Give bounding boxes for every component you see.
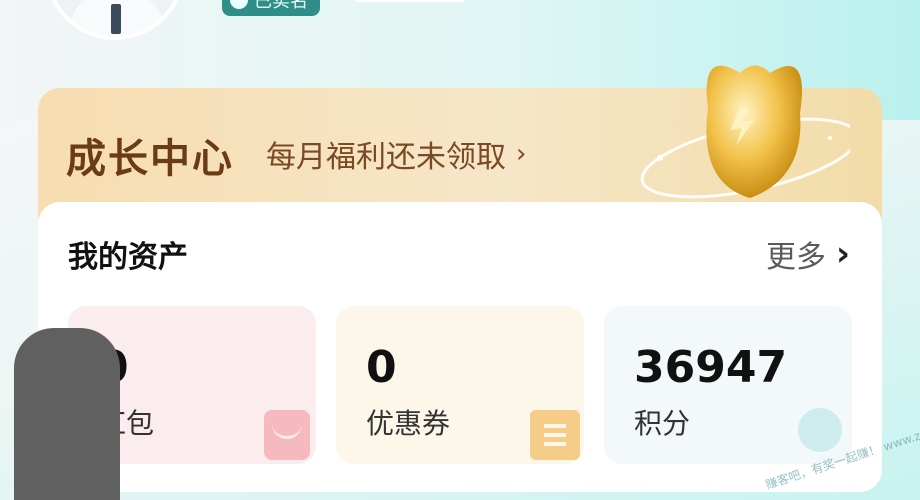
header-divider bbox=[356, 0, 464, 2]
assets-more-button[interactable]: 更多 › bbox=[766, 232, 850, 276]
chevron-right-icon: › bbox=[835, 234, 850, 274]
watermark-text: 赚客吧，有奖一起赚！ www.zuanke8.com bbox=[763, 405, 920, 493]
monthly-benefit-link[interactable]: 每月福利还未领取 › bbox=[266, 132, 526, 176]
my-assets-title: 我的资产 bbox=[68, 240, 188, 275]
golden-cat-mascot-icon bbox=[640, 65, 850, 199]
coupon-label: 优惠券 bbox=[366, 407, 451, 440]
verified-badge[interactable]: 已实名 bbox=[222, 0, 320, 16]
chevron-right-icon: › bbox=[516, 139, 527, 169]
coupon-value: 0 bbox=[366, 342, 397, 393]
verified-label: 已实名 bbox=[254, 0, 308, 12]
points-value: 36947 bbox=[634, 342, 788, 393]
redaction-overlay bbox=[14, 328, 120, 500]
monthly-benefit-text: 每月福利还未领取 bbox=[266, 140, 506, 175]
more-label: 更多 bbox=[765, 240, 826, 275]
avatar-tie bbox=[111, 4, 121, 34]
site-watermark: 赚客吧，有奖一起赚！ www.zuanke8.com bbox=[760, 400, 920, 492]
red-envelope-icon bbox=[264, 410, 310, 460]
coupon-icon bbox=[530, 410, 580, 460]
shield-check-icon bbox=[230, 0, 248, 9]
points-label: 积分 bbox=[634, 407, 691, 440]
growth-center-title: 成长中心 bbox=[66, 136, 234, 182]
watermark-logo-icon bbox=[798, 408, 842, 452]
